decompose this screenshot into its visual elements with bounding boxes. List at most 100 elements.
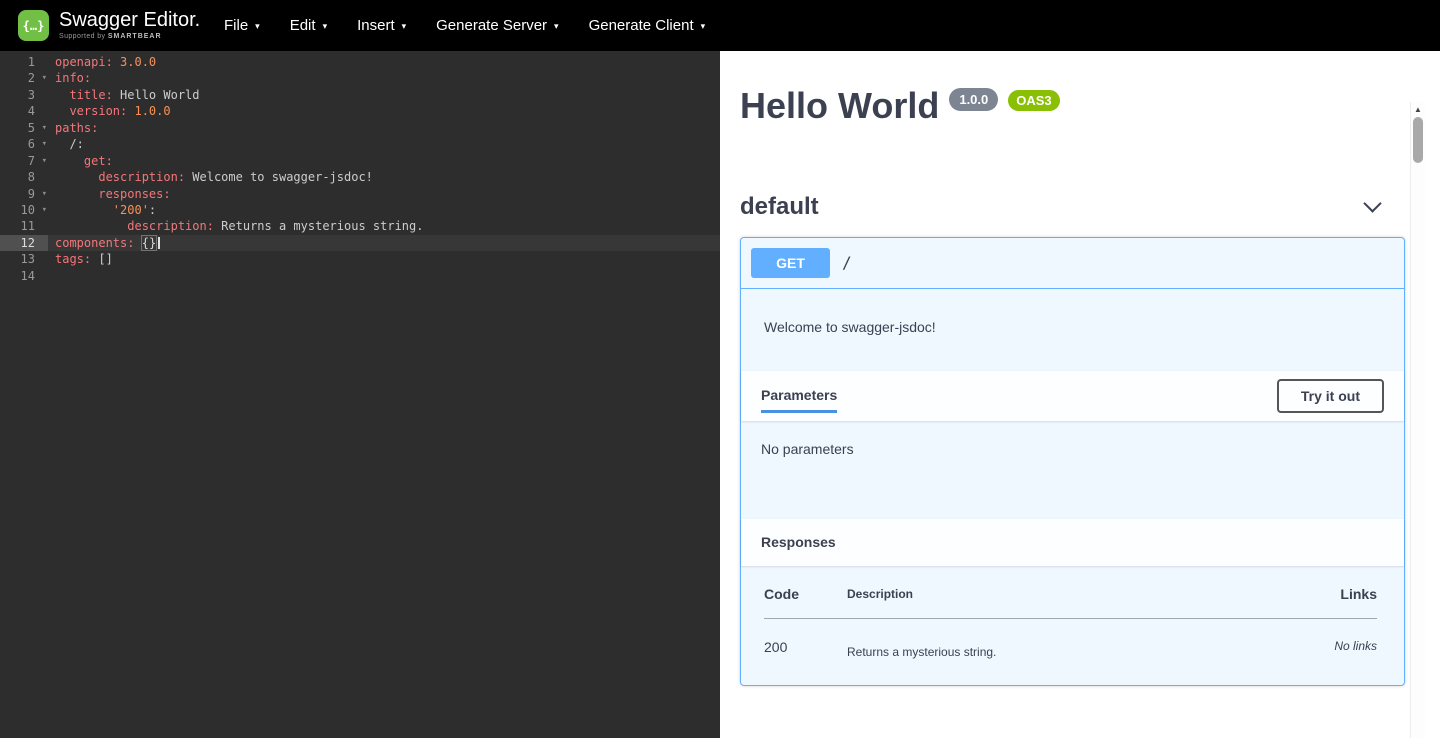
code-line: title: Hello World [48,87,200,103]
fold-arrow-icon[interactable]: ▾ [42,153,47,169]
editor-line[interactable]: 7▾ get: [0,153,720,169]
text-cursor [158,237,160,249]
api-info: Hello World 1.0.0 OAS3 [740,87,1405,125]
parameters-header: Parameters Try it out [741,371,1404,421]
fold-arrow-icon[interactable]: ▾ [42,70,47,86]
code-line: tags: [] [48,251,113,267]
api-title: Hello World [740,87,939,125]
line-number: 3 [0,87,48,103]
editor-line[interactable]: 10▾ '200': [0,202,720,218]
responses-header-code: Code [764,586,847,619]
code-line [48,268,55,284]
preview-pane: Hello World 1.0.0 OAS3 default GET / Wel… [720,51,1425,738]
editor-line[interactable]: 14 [0,268,720,284]
editor-line[interactable]: 8 description: Welcome to swagger-jsdoc! [0,169,720,185]
menu-insert[interactable]: Insert ▾ [357,17,406,34]
responses-table-header-row: Code Description Links [764,586,1377,619]
code-line: version: 1.0.0 [48,103,171,119]
fold-arrow-icon[interactable]: ▾ [42,136,47,152]
operation-block: GET / Welcome to swagger-jsdoc! Paramete… [740,237,1405,686]
code-line: components: {} [48,235,160,251]
editor-line[interactable]: 4 version: 1.0.0 [0,103,720,119]
code-line: get: [48,153,113,169]
line-number: 5▾ [0,120,48,136]
parameters-body: No parameters [741,421,1404,519]
editor-line[interactable]: 5▾paths: [0,120,720,136]
chevron-down-icon[interactable] [1363,194,1381,212]
yaml-editor[interactable]: 1openapi: 3.0.02▾info:3 title: Hello Wor… [0,51,720,738]
responses-body: Code Description Links 200Returns a myst… [741,566,1404,685]
menu-label: File [224,17,248,34]
menu-label: Insert [357,17,395,34]
fold-arrow-icon[interactable]: ▾ [42,186,47,202]
menu-label: Generate Server [436,17,547,34]
menu-bar: File▾Edit▾Insert▾Generate Server▾Generat… [224,17,705,34]
caret-down-icon: ▾ [402,19,407,32]
scrollbar-thumb[interactable] [1413,117,1423,163]
code-line: openapi: 3.0.0 [48,54,156,70]
editor-line[interactable]: 1openapi: 3.0.0 [0,54,720,70]
editor-line[interactable]: 9▾ responses: [0,186,720,202]
responses-header-description: Description [847,586,1267,619]
line-number: 14 [0,268,48,284]
code-line: '200': [48,202,156,218]
menu-generate-server[interactable]: Generate Server▾ [436,17,558,34]
tab-parameters[interactable]: Parameters [761,387,837,413]
fold-arrow-icon[interactable]: ▾ [42,202,47,218]
editor-line[interactable]: 11 description: Returns a mysterious str… [0,218,720,234]
menu-label: Edit [290,17,316,34]
code-line: /: [48,136,84,152]
line-number: 11 [0,218,48,234]
response-links: No links [1267,618,1377,659]
caret-down-icon: ▾ [255,19,260,32]
editor-line[interactable]: 12components: {} [0,235,720,251]
oas-badge: OAS3 [1008,90,1059,111]
menu-label: Generate Client [589,17,694,34]
main-split: 1openapi: 3.0.02▾info:3 title: Hello Wor… [0,51,1440,738]
code-line: responses: [48,186,171,202]
caret-down-icon: ▾ [701,19,706,32]
response-description: Returns a mysterious string. [847,618,1267,659]
fold-arrow-icon[interactable]: ▾ [42,120,47,136]
menu-edit[interactable]: Edit▾ [290,17,327,34]
line-number: 12 [0,235,48,251]
editor-line[interactable]: 6▾ /: [0,136,720,152]
operation-description: Welcome to swagger-jsdoc! [741,289,1404,371]
swagger-logo-icon: {…} [18,10,49,41]
logo-text: Swagger Editor. Supported by SMARTBEAR [59,10,200,40]
tag-section-default[interactable]: default [740,193,1405,221]
response-row: 200Returns a mysterious string.No links [764,618,1377,659]
tag-section-title: default [740,193,819,221]
operation-path: / [842,253,852,272]
editor-lines: 1openapi: 3.0.02▾info:3 title: Hello Wor… [0,54,720,284]
code-line: description: Welcome to swagger-jsdoc! [48,169,373,185]
no-parameters-text: No parameters [761,441,854,457]
version-badge: 1.0.0 [949,88,998,111]
line-number: 10▾ [0,202,48,218]
response-code: 200 [764,618,847,659]
code-line: info: [48,70,91,86]
logo-subtitle-prefix: Supported by [59,33,105,40]
preview-scrollbar[interactable]: ▲ ▼ [1410,102,1425,738]
try-it-out-button[interactable]: Try it out [1277,379,1384,413]
topbar: {…} Swagger Editor. Supported by SMARTBE… [0,0,1440,51]
method-badge-get: GET [751,248,830,278]
responses-header-links: Links [1267,586,1377,619]
menu-file[interactable]: File ▾ [224,17,260,34]
menu-generate-client[interactable]: Generate Client ▾ [589,17,706,34]
line-number: 4 [0,103,48,119]
code-line: paths: [48,120,98,136]
editor-line[interactable]: 3 title: Hello World [0,87,720,103]
app-title: Swagger Editor. [59,10,200,31]
operation-summary[interactable]: GET / [741,238,1404,289]
line-number: 9▾ [0,186,48,202]
editor-line[interactable]: 2▾info: [0,70,720,86]
logo-subtitle: Supported by SMARTBEAR [59,33,200,40]
responses-header: Responses [741,519,1404,566]
editor-line[interactable]: 13tags: [] [0,251,720,267]
logo-subtitle-brand: SMARTBEAR [108,33,162,40]
swagger-ui: Hello World 1.0.0 OAS3 default GET / Wel… [720,87,1425,686]
line-number: 13 [0,251,48,267]
responses-title: Responses [761,534,836,550]
scrollbar-up-arrow-icon[interactable]: ▲ [1411,105,1425,114]
